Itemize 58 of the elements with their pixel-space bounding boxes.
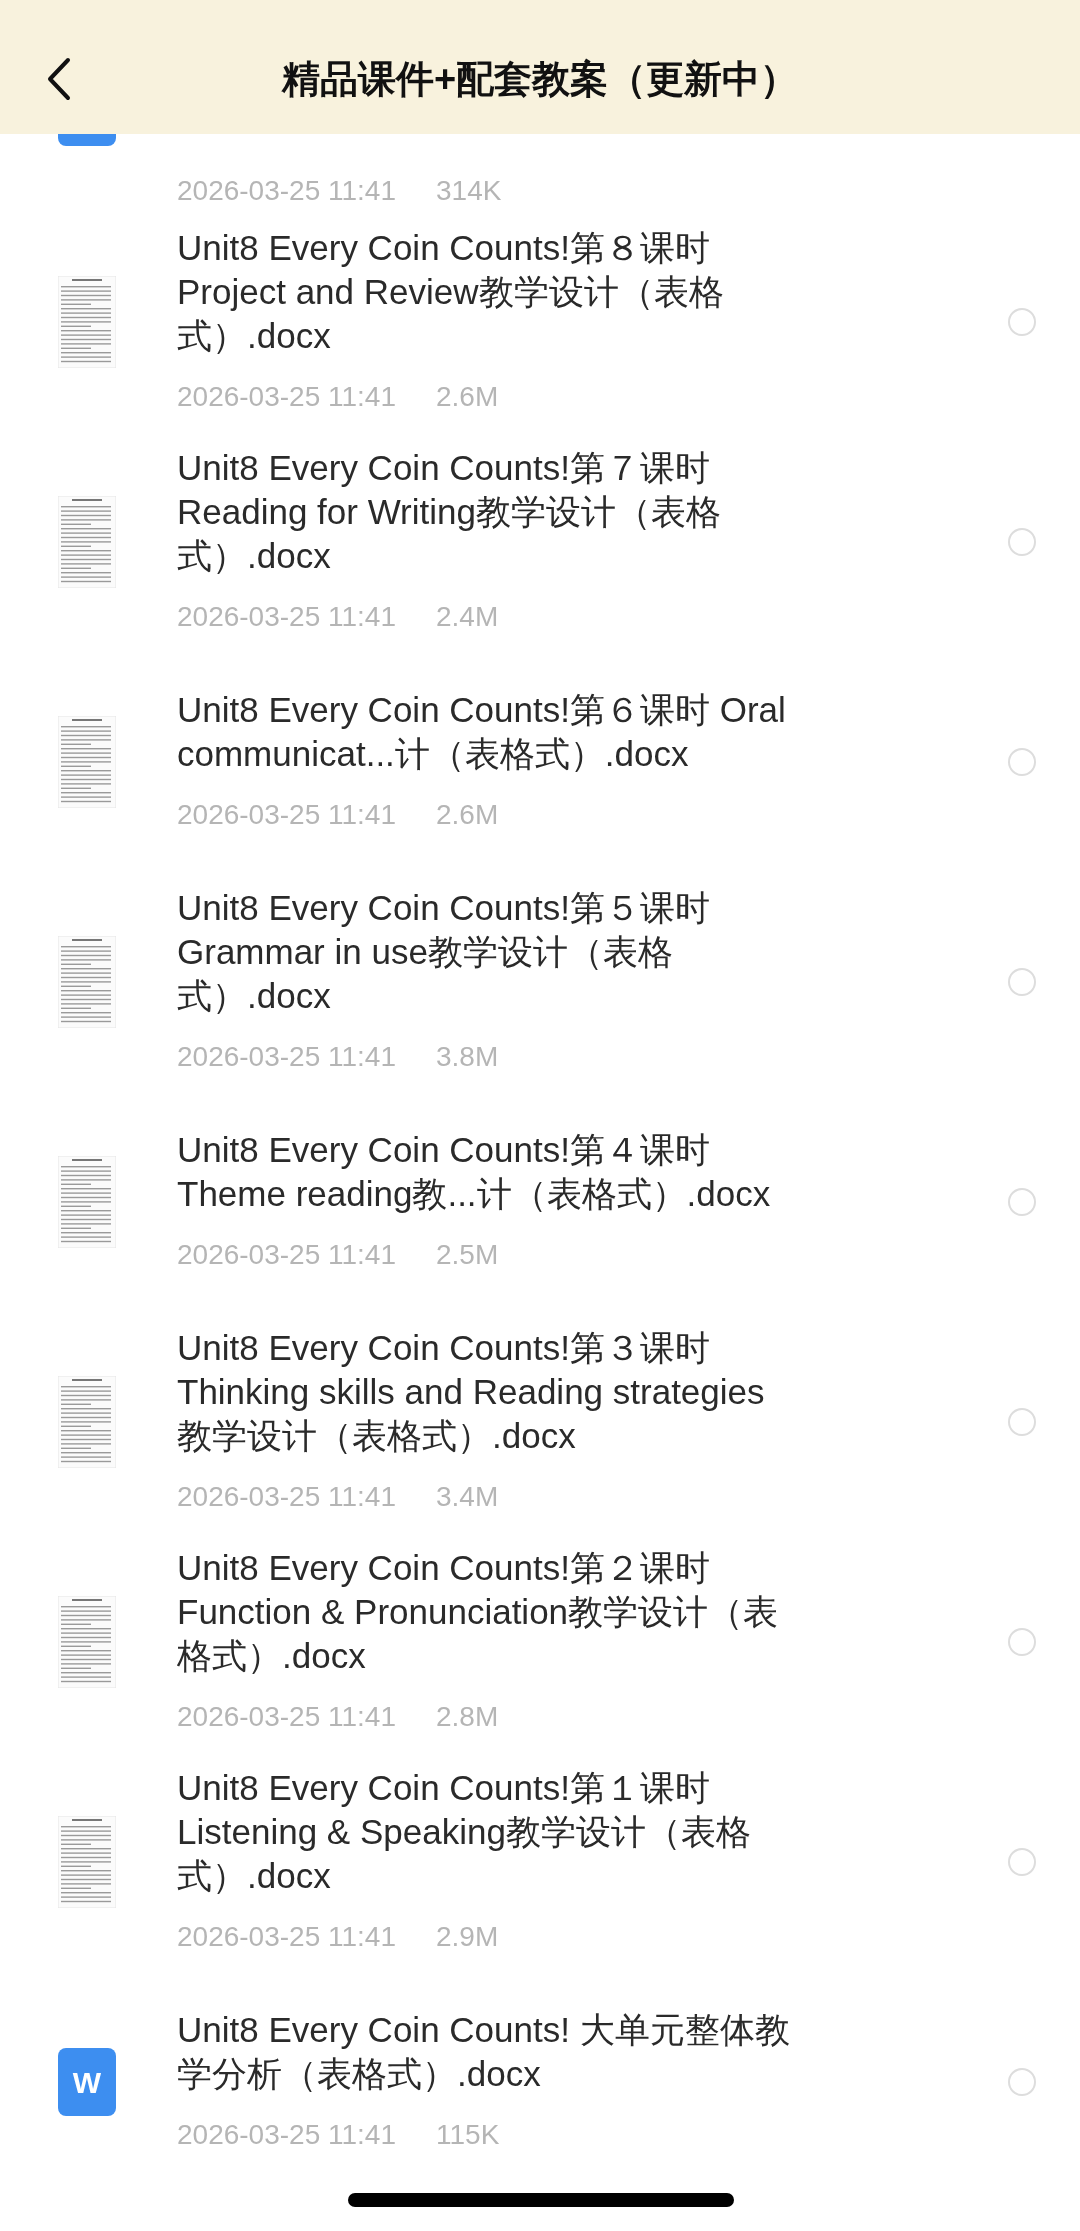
file-name: Unit8 Every Coin Counts!第７课时 Reading for Writing教学设计（表格式）.docx xyxy=(177,447,722,577)
file-row[interactable]: W Unit8 Every Coin Counts! 大单元整体教学分析（表格式）.docx 2026-03-25 11:41 115K xyxy=(0,1972,1080,2192)
file-row[interactable]: Unit8 Every Coin Counts!第８课时 Project and Review教学设计（表格式）.docx 2026-03-25 11:41 2.6M xyxy=(0,212,1080,432)
select-radio[interactable] xyxy=(1008,308,1036,336)
file-size: 2.4M xyxy=(436,600,499,634)
file-size: 115K xyxy=(436,2118,500,2152)
file-size: 2.9M xyxy=(436,1920,499,1954)
file-row[interactable]: Unit8 Every Coin Counts!第２课时 Function & Pronunciation教学设计（表格式）.docx 2026-03-25 11:41 2.8M xyxy=(0,1532,1080,1752)
file-size: 2.6M xyxy=(436,380,499,414)
select-radio[interactable] xyxy=(1008,2068,1036,2096)
select-radio[interactable] xyxy=(1008,1628,1036,1656)
document-thumbnail-icon xyxy=(58,716,116,808)
word-file-icon: W xyxy=(58,2048,116,2116)
file-size: 3.8M xyxy=(436,1040,499,1074)
file-name: Unit8 Every Coin Counts!第３课时 Thinking skills and Reading strategies教学设计（表格式）.docx xyxy=(177,1327,766,1457)
document-thumbnail-icon xyxy=(58,276,116,368)
select-radio[interactable] xyxy=(1008,1408,1036,1436)
select-radio[interactable] xyxy=(1008,1188,1036,1216)
file-date: 2026-03-25 11:41 xyxy=(177,600,396,634)
file-date: 2026-03-25 11:41 xyxy=(177,798,396,832)
file-size: 2.8M xyxy=(436,1700,499,1734)
file-name: Unit8 Every Coin Counts!第２课时 Function & Pronunciation教学设计（表格式）.docx xyxy=(177,1547,780,1677)
file-date: 2026-03-25 11:41 xyxy=(177,2118,396,2152)
file-name: Unit8 Every Coin Counts! 大单元整体教学分析（表格式）.docx xyxy=(177,2009,791,2095)
file-name: Unit8 Every Coin Counts!第８课时 Project and Review教学设计（表格式）.docx xyxy=(177,227,725,357)
file-name: Unit8 Every Coin Counts!第４课时 Theme reading教...计（表格式）.docx xyxy=(177,1129,772,1215)
file-row[interactable]: Unit8 Every Coin Counts!第５课时 Grammar in use教学设计（表格式）.docx 2026-03-25 11:41 3.8M xyxy=(0,872,1080,1092)
select-radio[interactable] xyxy=(1008,748,1036,776)
file-date: 2026-03-25 11:41 xyxy=(177,174,396,208)
file-size: 3.4M xyxy=(436,1480,499,1514)
file-row[interactable]: Unit8 Every Coin Counts!第７课时 Reading for Writing教学设计（表格式）.docx 2026-03-25 11:41 2.4M xyxy=(0,432,1080,652)
select-radio[interactable] xyxy=(1008,1848,1036,1876)
select-radio[interactable] xyxy=(1008,968,1036,996)
file-date: 2026-03-25 11:41 xyxy=(177,1040,396,1074)
page-title: 精品课件+配套教案（更新中） xyxy=(281,56,799,102)
file-row[interactable]: Unit8 Every Coin Counts!第４课时 Theme reading教...计（表格式）.docx 2026-03-25 11:41 2.5M xyxy=(0,1092,1080,1312)
document-thumbnail-icon xyxy=(58,936,116,1028)
document-thumbnail-icon xyxy=(58,1816,116,1908)
file-row[interactable]: Unit8 Every Coin Counts!第３课时 Thinking skills and Reading strategies教学设计（表格式）.docx 2026-03-25 11:41 3.4M xyxy=(0,1312,1080,1532)
select-radio[interactable] xyxy=(1008,528,1036,556)
file-date: 2026-03-25 11:41 xyxy=(177,1238,396,1272)
file-name: Unit8 Every Coin Counts!第６课时 Oral communicat...计（表格式）.docx xyxy=(177,689,787,775)
document-thumbnail-icon xyxy=(58,1596,116,1688)
file-date: 2026-03-25 11:41 xyxy=(177,380,396,414)
file-name: Unit8 Every Coin Counts!第１课时 Listening & Speaking教学设计（表格式）.docx xyxy=(177,1767,752,1897)
document-thumbnail-icon xyxy=(58,1376,116,1468)
file-name: Unit8 Every Coin Counts!第５课时 Grammar in use教学设计（表格式）.docx xyxy=(177,887,711,1017)
document-thumbnail-icon xyxy=(58,1156,116,1248)
file-row[interactable]: Unit8 Every Coin Counts!第１课时 Listening & Speaking教学设计（表格式）.docx 2026-03-25 11:41 2.9M xyxy=(0,1752,1080,1972)
file-date: 2026-03-25 11:41 xyxy=(177,1920,396,1954)
file-date: 2026-03-25 11:41 xyxy=(177,1700,396,1734)
file-size: 2.6M xyxy=(436,798,499,832)
file-row[interactable]: Unit8 Every Coin Counts!第６课时 Oral communicat...计（表格式）.docx 2026-03-25 11:41 2.6M xyxy=(0,652,1080,872)
file-size: 2.5M xyxy=(436,1238,499,1272)
file-date: 2026-03-25 11:41 xyxy=(177,1480,396,1514)
file-size: 314K xyxy=(436,174,502,208)
word-file-icon xyxy=(58,134,116,146)
document-thumbnail-icon xyxy=(58,496,116,588)
